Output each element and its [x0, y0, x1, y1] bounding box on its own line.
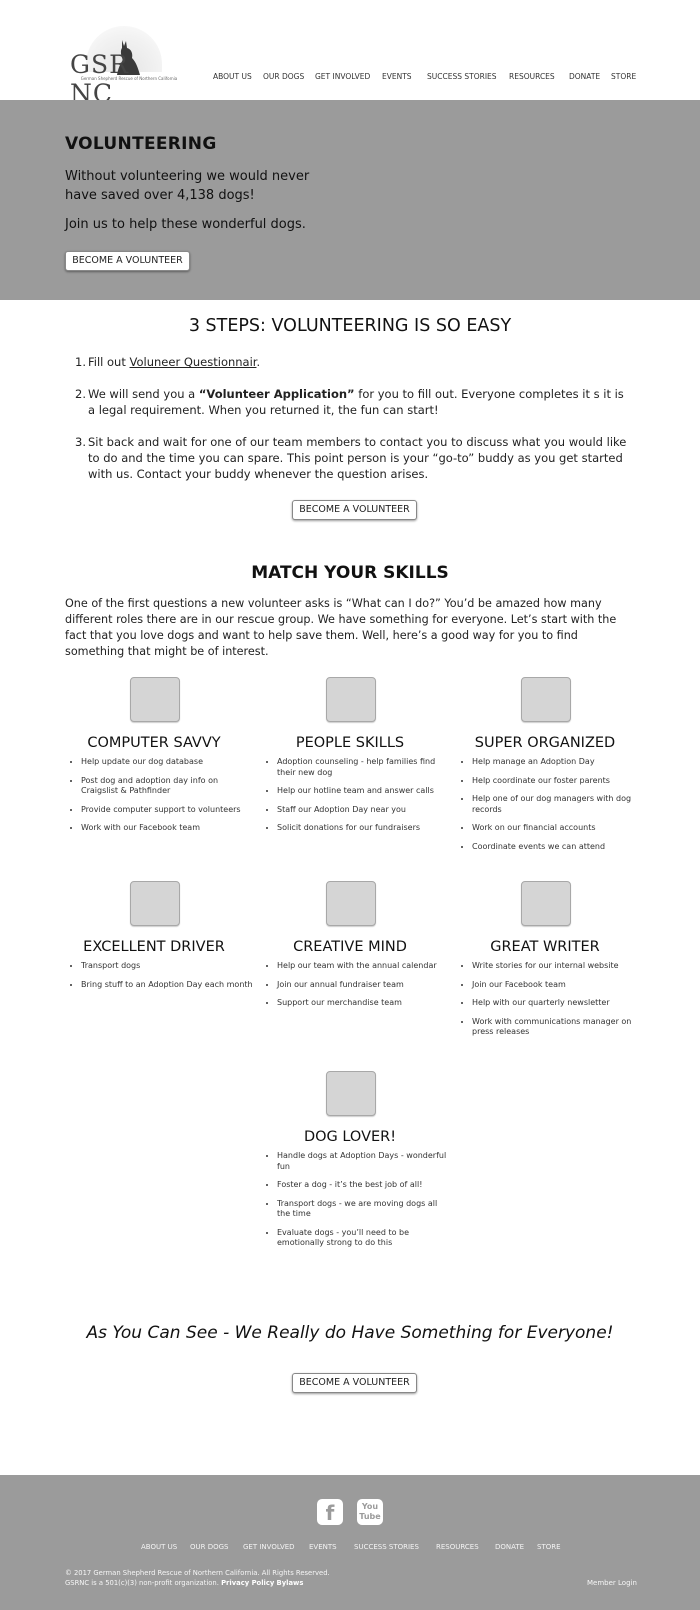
skill-task: Help our team with the annual calendar	[277, 961, 449, 972]
skill-task-list: Help our team with the annual calendar J…	[277, 961, 449, 1017]
skills-title: MATCH YOUR SKILLS	[251, 563, 449, 583]
nav-store[interactable]: STORE	[611, 72, 636, 81]
skill-task: Foster a dog - it’s the best job of all!	[277, 1180, 449, 1191]
skill-task: Staff our Adoption Day near you	[277, 805, 449, 816]
skill-task-list: Transport dogs Bring stuff to an Adoptio…	[81, 961, 253, 998]
skill-image-placeholder	[130, 881, 180, 926]
site-logo[interactable]: GSRNC German Shepherd Rescue of Northern…	[70, 24, 188, 108]
skill-task-list: Write stories for our internal website J…	[472, 961, 644, 1046]
footer-nav-donate[interactable]: DONATE	[495, 1543, 524, 1551]
nav-resources[interactable]: RESOURCES	[509, 72, 555, 81]
skill-task: Provide computer support to volunteers	[81, 805, 253, 816]
skill-task-list: Handle dogs at Adoption Days - wonderful…	[277, 1151, 449, 1257]
skill-task: Support our merchandise team	[277, 998, 449, 1009]
skill-name: SUPER ORGANIZED	[474, 735, 616, 751]
skill-image-placeholder	[326, 881, 376, 926]
skill-image-placeholder	[521, 881, 571, 926]
youtube-icon[interactable]: You Tube	[357, 1499, 383, 1525]
skill-task: Help manage an Adoption Day	[472, 757, 644, 768]
site-header: GSRNC German Shepherd Rescue of Northern…	[0, 0, 700, 108]
closing-statement: As You Can See - We Really do Have Somet…	[86, 1323, 614, 1343]
nav-get-involved[interactable]: GET INVOLVED	[315, 72, 370, 81]
skill-task-list: Adoption counseling - help families find…	[277, 757, 449, 842]
nav-success-stories[interactable]: SUCCESS STORIES	[427, 72, 497, 81]
skill-task: Help coordinate our foster parents	[472, 776, 644, 787]
skill-name: CREATIVE MIND	[293, 939, 407, 955]
step-1: 1. Fill out Voluneer Questionnair.	[75, 355, 261, 369]
site-footer: f You Tube ABOUT US OUR DOGS GET INVOLVE…	[0, 1475, 700, 1610]
footer-nav: ABOUT US OUR DOGS GET INVOLVED EVENTS SU…	[0, 1543, 700, 1553]
skill-task: Solicit donations for our fundraisers	[277, 823, 449, 834]
step-2: 2. We will send you a “Volunteer Applica…	[75, 387, 624, 417]
skill-task: Work on our financial accounts	[472, 823, 644, 834]
footer-nav-our-dogs[interactable]: OUR DOGS	[190, 1543, 229, 1551]
skill-task: Handle dogs at Adoption Days - wonderful…	[277, 1151, 449, 1172]
skill-task: Write stories for our internal website	[472, 961, 644, 972]
nav-events[interactable]: EVENTS	[382, 72, 412, 81]
skill-task: Join our annual fundraiser team	[277, 980, 449, 991]
hero-title: VOLUNTEERING	[65, 134, 217, 154]
skill-task: Evaluate dogs - you’ll need to be emotio…	[277, 1228, 449, 1249]
facebook-icon[interactable]: f	[317, 1499, 343, 1525]
skill-image-placeholder	[326, 677, 376, 722]
skill-name: COMPUTER SAVVY	[87, 735, 221, 751]
nonprofit-line: GSRNC is a 501(c)(3) non-profit organiza…	[65, 1579, 304, 1587]
skill-task: Bring stuff to an Adoption Day each mont…	[81, 980, 253, 991]
skill-task: Work with communications manager on pres…	[472, 1017, 644, 1038]
skill-name: PEOPLE SKILLS	[295, 735, 405, 751]
footer-nav-about-us[interactable]: ABOUT US	[141, 1543, 177, 1551]
skill-task: Join our Facebook team	[472, 980, 644, 991]
skill-task: Help one of our dog managers with dog re…	[472, 794, 644, 815]
steps-title: 3 STEPS: VOLUNTEERING IS SO EASY	[188, 316, 512, 336]
skills-intro: One of the first questions a new volunte…	[65, 597, 617, 658]
skill-image-placeholder	[130, 677, 180, 722]
main-nav: ABOUT US OUR DOGS GET INVOLVED EVENTS SU…	[213, 72, 643, 84]
logo-tagline: German Shepherd Rescue of Northern Calif…	[80, 76, 178, 81]
skill-task: Help our hotline team and answer calls	[277, 786, 449, 797]
bylaws-link[interactable]: Bylaws	[277, 1579, 304, 1587]
nav-about-us[interactable]: ABOUT US	[213, 72, 252, 81]
skill-task: Transport dogs	[81, 961, 253, 972]
footer-nav-events[interactable]: EVENTS	[309, 1543, 337, 1551]
skill-task: Post dog and adoption day info on Craigs…	[81, 776, 253, 797]
skill-task: Work with our Facebook team	[81, 823, 253, 834]
questionnaire-link[interactable]: Voluneer Questionnair	[130, 355, 257, 369]
nav-our-dogs[interactable]: OUR DOGS	[263, 72, 304, 81]
hero-subtext: Join us to help these wonderful dogs.	[65, 217, 306, 232]
hero-banner: VOLUNTEERING Without volunteering we wou…	[0, 100, 700, 300]
skill-task: Transport dogs - we are moving dogs all …	[277, 1199, 449, 1220]
steps-volunteer-button[interactable]: BECOME A VOLUNTEER	[292, 500, 417, 520]
skill-name: EXCELLENT DRIVER	[83, 939, 225, 955]
nav-donate[interactable]: DONATE	[569, 72, 600, 81]
step-3: 3. Sit back and wait for one of our team…	[75, 435, 627, 481]
hero-volunteer-button[interactable]: BECOME A VOLUNTEER	[65, 251, 190, 271]
skill-task-list: Help manage an Adoption Day Help coordin…	[472, 757, 644, 860]
skill-task: Adoption counseling - help families find…	[277, 757, 449, 778]
skill-task: Help with our quarterly newsletter	[472, 998, 644, 1009]
privacy-policy-link[interactable]: Privacy Policy	[221, 1579, 274, 1587]
skill-image-placeholder	[521, 677, 571, 722]
footer-nav-resources[interactable]: RESOURCES	[436, 1543, 479, 1551]
skill-task: Coordinate events we can attend	[472, 842, 644, 853]
skill-name: GREAT WRITER	[490, 939, 600, 955]
closing-volunteer-button[interactable]: BECOME A VOLUNTEER	[292, 1373, 417, 1393]
hero-text: Without volunteering we would never have…	[65, 169, 310, 203]
skill-task: Help update our dog database	[81, 757, 253, 768]
member-login-link[interactable]: Member Login	[587, 1579, 637, 1587]
skill-image-placeholder	[326, 1071, 376, 1116]
footer-nav-success-stories[interactable]: SUCCESS STORIES	[354, 1543, 419, 1551]
skill-name: DOG LOVER!	[303, 1129, 397, 1145]
copyright-text: © 2017 German Shepherd Rescue of Norther…	[65, 1569, 330, 1577]
footer-nav-get-involved[interactable]: GET INVOLVED	[243, 1543, 295, 1551]
skill-task-list: Help update our dog database Post dog an…	[81, 757, 253, 842]
footer-nav-store[interactable]: STORE	[537, 1543, 561, 1551]
